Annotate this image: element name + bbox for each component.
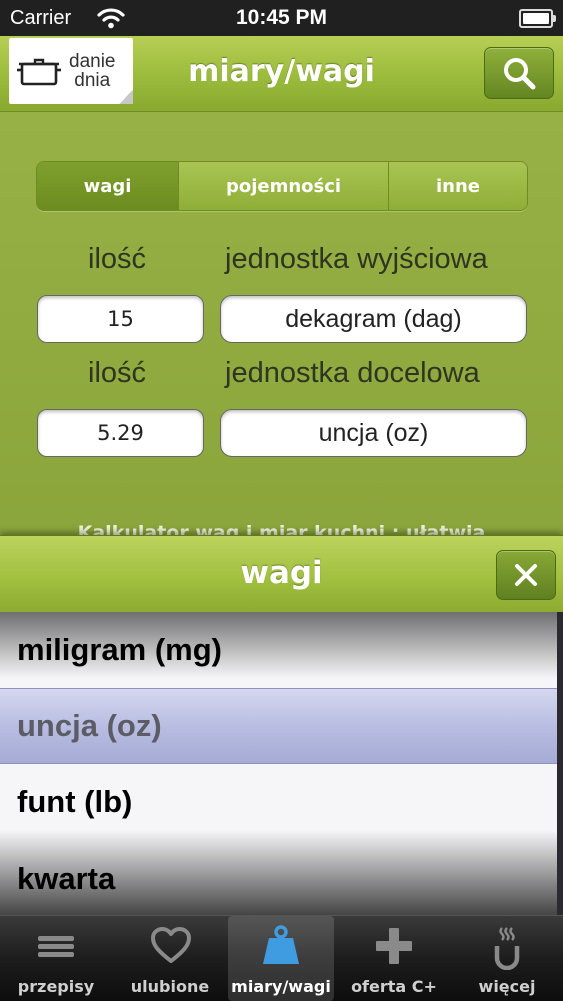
tab-label: więcej bbox=[478, 977, 536, 996]
unit-picker[interactable]: miligram (mg) uncja (oz) funt (lb) kwart… bbox=[0, 612, 563, 915]
tab-label: miary/wagi bbox=[231, 977, 331, 996]
category-segmented-control: wagi pojemności inne bbox=[36, 161, 528, 211]
tab-przepisy[interactable]: przepisy bbox=[0, 916, 112, 1001]
picker-option-selected[interactable]: uncja (oz) bbox=[0, 688, 557, 764]
tab-ulubione[interactable]: ulubione bbox=[114, 916, 226, 1001]
converter-panel: wagi pojemności inne ilość jednostka wyj… bbox=[0, 112, 563, 544]
source-qty-label: ilość bbox=[88, 243, 147, 275]
picker-option[interactable]: miligram (mg) bbox=[0, 612, 557, 688]
segment-wagi[interactable]: wagi bbox=[37, 162, 179, 210]
status-time: 10:45 PM bbox=[235, 6, 328, 29]
scale-weight-icon bbox=[263, 925, 299, 964]
picker-edge bbox=[557, 612, 563, 915]
status-bar: Carrier 10:45 PM bbox=[0, 0, 563, 36]
close-icon bbox=[515, 564, 537, 586]
nav-bar: danie dnia miary/wagi bbox=[0, 36, 563, 112]
close-button[interactable] bbox=[496, 550, 556, 600]
segment-inne[interactable]: inne bbox=[389, 162, 527, 210]
picker-option[interactable]: kwarta bbox=[0, 841, 557, 915]
steaming-cup-icon bbox=[494, 927, 520, 970]
menu-list-icon bbox=[38, 936, 74, 957]
tab-label: oferta C+ bbox=[351, 977, 437, 996]
tab-oferta[interactable]: oferta C+ bbox=[338, 916, 450, 1001]
page-title: miary/wagi bbox=[188, 54, 375, 89]
search-button[interactable] bbox=[484, 47, 554, 99]
tab-wiecej[interactable]: więcej bbox=[451, 916, 563, 1001]
segment-pojemnosci[interactable]: pojemności bbox=[179, 162, 389, 210]
source-quantity-input[interactable]: 15 bbox=[37, 295, 204, 343]
tab-label: ulubione bbox=[130, 977, 210, 996]
battery-icon bbox=[519, 9, 556, 28]
picker-sheet-header: wagi bbox=[0, 535, 563, 613]
picker-title: wagi bbox=[240, 555, 323, 591]
plus-icon bbox=[376, 928, 412, 964]
heart-icon bbox=[151, 927, 191, 963]
source-unit-selector[interactable]: dekagram (dag) bbox=[220, 295, 527, 343]
target-unit-label: jednostka docelowa bbox=[225, 357, 480, 389]
target-unit-selector[interactable]: uncja (oz) bbox=[220, 409, 527, 457]
tab-label: przepisy bbox=[17, 977, 95, 996]
tab-miary-wagi[interactable]: miary/wagi bbox=[228, 916, 334, 1001]
logo-page-curl bbox=[119, 90, 133, 104]
tab-bar: przepisy ulubione miary/wagi oferta C+ w… bbox=[0, 915, 563, 1001]
target-quantity-field[interactable]: 5.29 bbox=[37, 409, 204, 457]
picker-option[interactable]: funt (lb) bbox=[0, 764, 557, 840]
picker-wheel[interactable]: miligram (mg) uncja (oz) funt (lb) kwart… bbox=[0, 612, 557, 915]
source-unit-label: jednostka wyjściowa bbox=[225, 243, 488, 275]
target-qty-label: ilość bbox=[88, 357, 147, 389]
search-icon bbox=[504, 58, 536, 90]
